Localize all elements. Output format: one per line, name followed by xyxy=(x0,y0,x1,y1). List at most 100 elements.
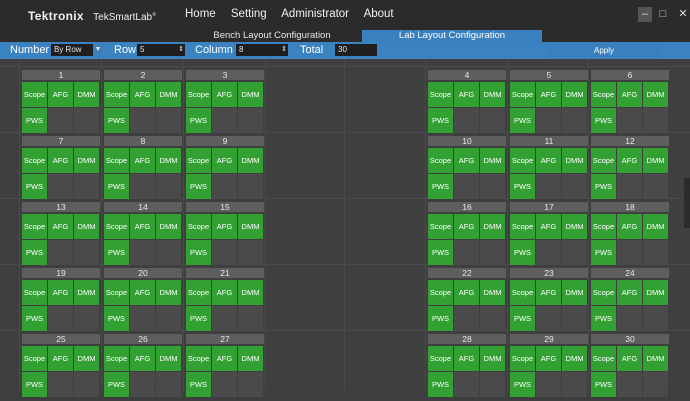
empty-slot[interactable] xyxy=(48,240,73,265)
scope-slot[interactable]: Scope xyxy=(428,346,453,371)
empty-slot[interactable] xyxy=(48,174,73,199)
bench-station[interactable]: 1 Scope AFG DMM PWS xyxy=(22,70,100,137)
empty-slot[interactable] xyxy=(480,372,505,397)
menu-about[interactable]: About xyxy=(364,8,394,20)
scope-slot[interactable]: Scope xyxy=(104,82,129,107)
dmm-slot[interactable]: DMM xyxy=(156,82,181,107)
dmm-slot[interactable]: DMM xyxy=(156,214,181,239)
pws-slot[interactable]: PWS xyxy=(510,306,535,331)
empty-slot[interactable] xyxy=(643,108,668,133)
afg-slot[interactable]: AFG xyxy=(536,148,561,173)
empty-slot[interactable] xyxy=(212,108,237,133)
afg-slot[interactable]: AFG xyxy=(130,82,155,107)
empty-slot[interactable] xyxy=(156,306,181,331)
afg-slot[interactable]: AFG xyxy=(130,148,155,173)
bench-station[interactable]: 21 Scope AFG DMM PWS xyxy=(186,268,264,335)
dmm-slot[interactable]: DMM xyxy=(480,346,505,371)
pws-slot[interactable]: PWS xyxy=(510,372,535,397)
bench-station[interactable]: 16 Scope AFG DMM PWS xyxy=(428,202,506,269)
bench-station[interactable]: 5 Scope AFG DMM PWS xyxy=(510,70,588,137)
empty-slot[interactable] xyxy=(130,240,155,265)
empty-slot[interactable] xyxy=(562,108,587,133)
afg-slot[interactable]: AFG xyxy=(48,280,73,305)
dmm-slot[interactable]: DMM xyxy=(562,82,587,107)
afg-slot[interactable]: AFG xyxy=(212,346,237,371)
empty-slot[interactable] xyxy=(480,306,505,331)
empty-slot[interactable] xyxy=(643,372,668,397)
close-icon[interactable]: ✕ xyxy=(676,7,690,22)
dmm-slot[interactable]: DMM xyxy=(156,280,181,305)
empty-slot[interactable] xyxy=(74,306,99,331)
pws-slot[interactable]: PWS xyxy=(591,372,616,397)
empty-slot[interactable] xyxy=(212,174,237,199)
empty-slot[interactable] xyxy=(617,240,642,265)
afg-slot[interactable]: AFG xyxy=(454,82,479,107)
pws-slot[interactable]: PWS xyxy=(591,240,616,265)
scope-slot[interactable]: Scope xyxy=(428,82,453,107)
afg-slot[interactable]: AFG xyxy=(130,214,155,239)
pws-slot[interactable]: PWS xyxy=(186,306,211,331)
empty-slot[interactable] xyxy=(48,306,73,331)
dmm-slot[interactable]: DMM xyxy=(480,280,505,305)
pws-slot[interactable]: PWS xyxy=(428,108,453,133)
dmm-slot[interactable]: DMM xyxy=(74,214,99,239)
dmm-slot[interactable]: DMM xyxy=(643,214,668,239)
empty-slot[interactable] xyxy=(643,240,668,265)
bench-station[interactable]: 17 Scope AFG DMM PWS xyxy=(510,202,588,269)
bench-station[interactable]: 4 Scope AFG DMM PWS xyxy=(428,70,506,137)
dmm-slot[interactable]: DMM xyxy=(156,148,181,173)
empty-slot[interactable] xyxy=(212,306,237,331)
scope-slot[interactable]: Scope xyxy=(428,214,453,239)
column-stepper-icon[interactable]: ⇕ xyxy=(280,44,288,56)
scope-slot[interactable]: Scope xyxy=(22,82,47,107)
afg-slot[interactable]: AFG xyxy=(130,346,155,371)
empty-slot[interactable] xyxy=(238,108,263,133)
scope-slot[interactable]: Scope xyxy=(510,280,535,305)
empty-slot[interactable] xyxy=(238,240,263,265)
empty-slot[interactable] xyxy=(454,174,479,199)
bench-station[interactable]: 30 Scope AFG DMM PWS xyxy=(591,334,669,401)
pws-slot[interactable]: PWS xyxy=(591,306,616,331)
empty-slot[interactable] xyxy=(617,372,642,397)
empty-slot[interactable] xyxy=(617,306,642,331)
bench-station[interactable]: 27 Scope AFG DMM PWS xyxy=(186,334,264,401)
empty-slot[interactable] xyxy=(562,174,587,199)
dmm-slot[interactable]: DMM xyxy=(238,214,263,239)
dmm-slot[interactable]: DMM xyxy=(643,346,668,371)
empty-slot[interactable] xyxy=(536,240,561,265)
bench-station[interactable]: 7 Scope AFG DMM PWS xyxy=(22,136,100,203)
empty-slot[interactable] xyxy=(617,174,642,199)
dmm-slot[interactable]: DMM xyxy=(643,280,668,305)
afg-slot[interactable]: AFG xyxy=(48,148,73,173)
number-select[interactable]: By Row xyxy=(51,44,93,56)
bench-station[interactable]: 10 Scope AFG DMM PWS xyxy=(428,136,506,203)
empty-slot[interactable] xyxy=(48,372,73,397)
afg-slot[interactable]: AFG xyxy=(454,346,479,371)
afg-slot[interactable]: AFG xyxy=(617,346,642,371)
afg-slot[interactable]: AFG xyxy=(536,82,561,107)
pws-slot[interactable]: PWS xyxy=(510,108,535,133)
pws-slot[interactable]: PWS xyxy=(22,174,47,199)
empty-slot[interactable] xyxy=(212,372,237,397)
dmm-slot[interactable]: DMM xyxy=(238,148,263,173)
pws-slot[interactable]: PWS xyxy=(22,240,47,265)
empty-slot[interactable] xyxy=(74,108,99,133)
bench-station[interactable]: 12 Scope AFG DMM PWS xyxy=(591,136,669,203)
bench-station[interactable]: 24 Scope AFG DMM PWS xyxy=(591,268,669,335)
empty-slot[interactable] xyxy=(536,108,561,133)
scope-slot[interactable]: Scope xyxy=(104,280,129,305)
pws-slot[interactable]: PWS xyxy=(428,174,453,199)
afg-slot[interactable]: AFG xyxy=(536,280,561,305)
empty-slot[interactable] xyxy=(536,306,561,331)
empty-slot[interactable] xyxy=(156,372,181,397)
afg-slot[interactable]: AFG xyxy=(536,214,561,239)
pws-slot[interactable]: PWS xyxy=(186,372,211,397)
empty-slot[interactable] xyxy=(643,306,668,331)
pws-slot[interactable]: PWS xyxy=(104,108,129,133)
chevron-down-icon[interactable]: ▼ xyxy=(94,44,102,56)
scope-slot[interactable]: Scope xyxy=(104,346,129,371)
empty-slot[interactable] xyxy=(480,108,505,133)
scope-slot[interactable]: Scope xyxy=(22,214,47,239)
afg-slot[interactable]: AFG xyxy=(617,148,642,173)
empty-slot[interactable] xyxy=(562,240,587,265)
